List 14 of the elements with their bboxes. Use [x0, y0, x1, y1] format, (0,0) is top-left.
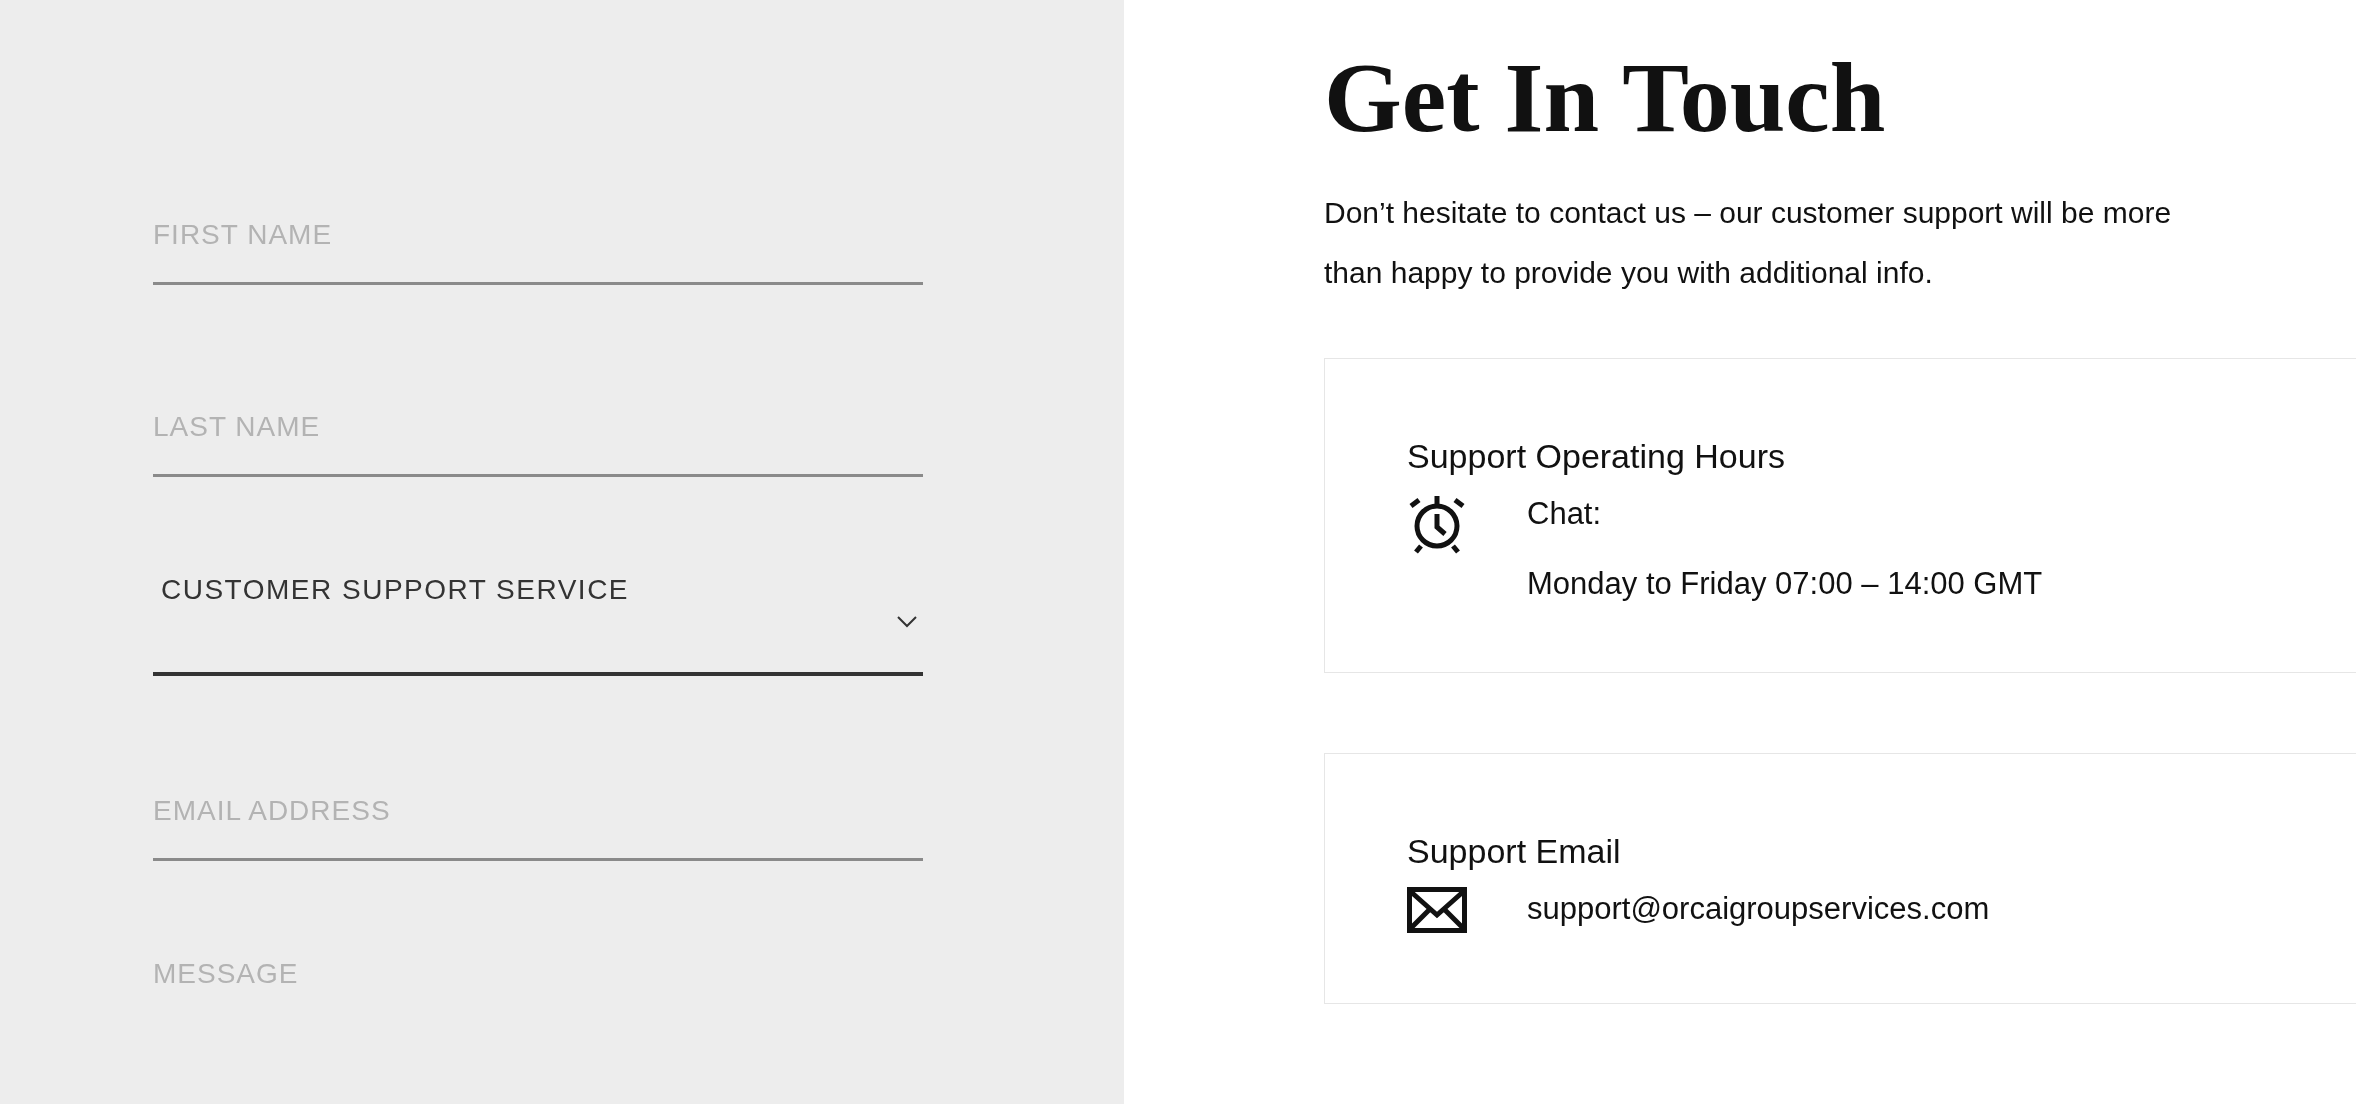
- text-field[interactable]: EMAIL ADDRESS: [153, 758, 923, 861]
- text-field[interactable]: LAST NAME: [153, 374, 923, 477]
- intro-text: Don’t hesitate to contact us – our customer support will be more than happy to provide you with additional info.: [1324, 195, 2173, 291]
- envelope-icon: [1407, 887, 1467, 933]
- dropdown-field[interactable]: CUSTOMER SUPPORT SERVICE: [153, 566, 923, 676]
- page-title: Get In Touch: [1324, 41, 1887, 155]
- chevron-down-icon: [897, 616, 917, 628]
- text-field[interactable]: FIRST NAME: [153, 182, 923, 285]
- hours-text: Monday to Friday 07:00 – 14:00 GMT: [1527, 566, 2043, 602]
- hours-text: Chat:: [1527, 496, 1603, 532]
- card-title: Support Operating Hours: [1407, 437, 1786, 476]
- email-text: support@orcaigroupservices.com: [1527, 891, 1990, 927]
- card-title: Support Email: [1407, 832, 1622, 871]
- message-field[interactable]: MESSAGE: [153, 950, 923, 1053]
